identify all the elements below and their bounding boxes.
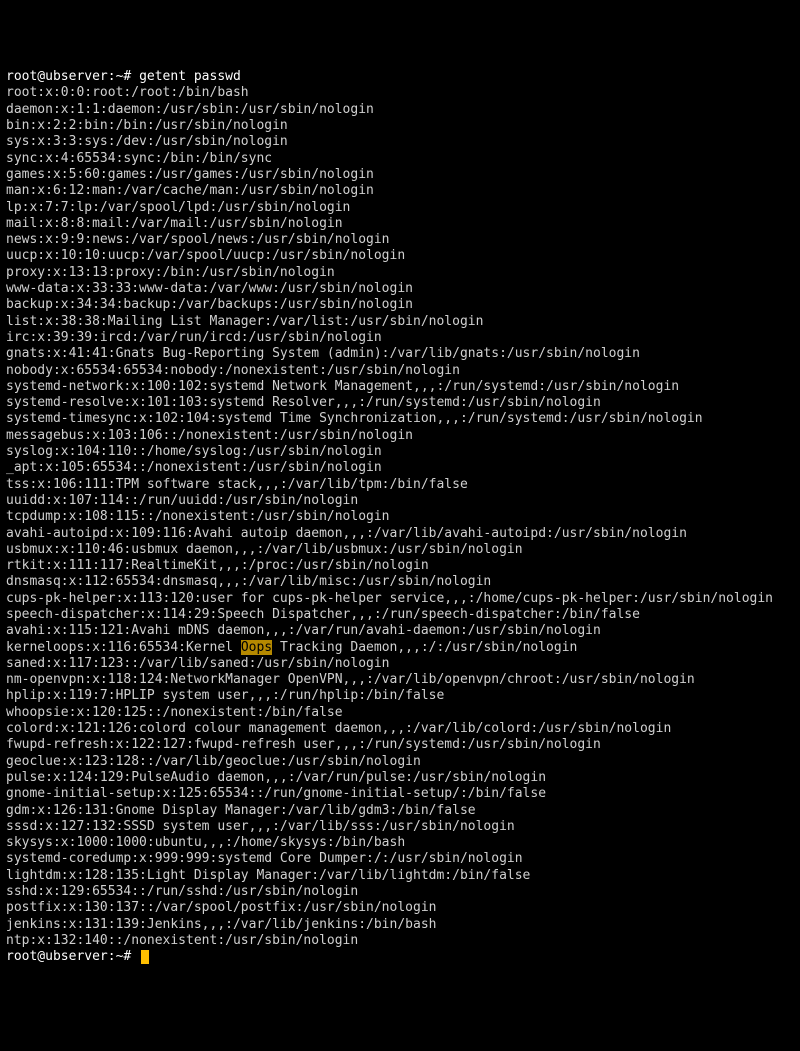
output-line: gnome-initial-setup:x:125:65534::/run/gn… xyxy=(6,786,794,802)
output-line: sync:x:4:65534:sync:/bin:/bin/sync xyxy=(6,151,794,167)
output-line: rtkit:x:111:117:RealtimeKit,,,:/proc:/us… xyxy=(6,558,794,574)
output-line: gdm:x:126:131:Gnome Display Manager:/var… xyxy=(6,803,794,819)
output-line: fwupd-refresh:x:122:127:fwupd-refresh us… xyxy=(6,737,794,753)
output-line: systemd-resolve:x:101:103:systemd Resolv… xyxy=(6,395,794,411)
cursor-icon xyxy=(141,950,149,964)
output-line: uucp:x:10:10:uucp:/var/spool/uucp:/usr/s… xyxy=(6,248,794,264)
output-line: tss:x:106:111:TPM software stack,,,:/var… xyxy=(6,477,794,493)
output-line: root:x:0:0:root:/root:/bin/bash xyxy=(6,85,794,101)
output-line: colord:x:121:126:colord colour managemen… xyxy=(6,721,794,737)
command-line: root@ubserver:~# getent passwd xyxy=(6,69,794,85)
output-line: postfix:x:130:137::/var/spool/postfix:/u… xyxy=(6,900,794,916)
output-line: ntp:x:132:140::/nonexistent:/usr/sbin/no… xyxy=(6,933,794,949)
prompt-line[interactable]: root@ubserver:~# xyxy=(6,949,794,965)
output-line: daemon:x:1:1:daemon:/usr/sbin:/usr/sbin/… xyxy=(6,102,794,118)
output-line: usbmux:x:110:46:usbmux daemon,,,:/var/li… xyxy=(6,542,794,558)
output-line: nm-openvpn:x:118:124:NetworkManager Open… xyxy=(6,672,794,688)
output-line: avahi-autoipd:x:109:116:Avahi autoip dae… xyxy=(6,526,794,542)
output-line: nobody:x:65534:65534:nobody:/nonexistent… xyxy=(6,363,794,379)
output-line: uuidd:x:107:114::/run/uuidd:/usr/sbin/no… xyxy=(6,493,794,509)
output-line: systemd-timesync:x:102:104:systemd Time … xyxy=(6,411,794,427)
output-line: proxy:x:13:13:proxy:/bin:/usr/sbin/nolog… xyxy=(6,265,794,281)
output-line: backup:x:34:34:backup:/var/backups:/usr/… xyxy=(6,297,794,313)
output-line: sshd:x:129:65534::/run/sshd:/usr/sbin/no… xyxy=(6,884,794,900)
output-line: bin:x:2:2:bin:/bin:/usr/sbin/nologin xyxy=(6,118,794,134)
terminal-window[interactable]: root@ubserver:~# getent passwdroot:x:0:0… xyxy=(6,69,794,965)
shell-prompt: root@ubserver:~# xyxy=(6,949,139,964)
output-line: speech-dispatcher:x:114:29:Speech Dispat… xyxy=(6,607,794,623)
output-line: avahi:x:115:121:Avahi mDNS daemon,,,:/va… xyxy=(6,623,794,639)
output-line: hplip:x:119:7:HPLIP system user,,,:/run/… xyxy=(6,688,794,704)
output-line: gnats:x:41:41:Gnats Bug-Reporting System… xyxy=(6,346,794,362)
output-line: tcpdump:x:108:115::/nonexistent:/usr/sbi… xyxy=(6,509,794,525)
shell-prompt: root@ubserver:~# xyxy=(6,69,139,84)
output-line: kerneloops:x:116:65534:Kernel Oops Track… xyxy=(6,640,794,656)
typed-command: getent passwd xyxy=(139,69,241,84)
output-line: pulse:x:124:129:PulseAudio daemon,,,:/va… xyxy=(6,770,794,786)
output-line: www-data:x:33:33:www-data:/var/www:/usr/… xyxy=(6,281,794,297)
output-line: irc:x:39:39:ircd:/var/run/ircd:/usr/sbin… xyxy=(6,330,794,346)
output-line: messagebus:x:103:106::/nonexistent:/usr/… xyxy=(6,428,794,444)
output-line: cups-pk-helper:x:113:120:user for cups-p… xyxy=(6,591,794,607)
output-line: sys:x:3:3:sys:/dev:/usr/sbin/nologin xyxy=(6,134,794,150)
output-line: dnsmasq:x:112:65534:dnsmasq,,,:/var/lib/… xyxy=(6,574,794,590)
output-line: skysys:x:1000:1000:ubuntu,,,:/home/skysy… xyxy=(6,835,794,851)
output-line: man:x:6:12:man:/var/cache/man:/usr/sbin/… xyxy=(6,183,794,199)
output-line: systemd-coredump:x:999:999:systemd Core … xyxy=(6,851,794,867)
output-line: saned:x:117:123::/var/lib/saned:/usr/sbi… xyxy=(6,656,794,672)
output-line: syslog:x:104:110::/home/syslog:/usr/sbin… xyxy=(6,444,794,460)
search-highlight: Oops xyxy=(241,640,272,655)
output-line: list:x:38:38:Mailing List Manager:/var/l… xyxy=(6,314,794,330)
output-line: _apt:x:105:65534::/nonexistent:/usr/sbin… xyxy=(6,460,794,476)
output-line: lightdm:x:128:135:Light Display Manager:… xyxy=(6,868,794,884)
output-line: whoopsie:x:120:125::/nonexistent:/bin/fa… xyxy=(6,705,794,721)
output-line: lp:x:7:7:lp:/var/spool/lpd:/usr/sbin/nol… xyxy=(6,200,794,216)
output-line: news:x:9:9:news:/var/spool/news:/usr/sbi… xyxy=(6,232,794,248)
output-line: games:x:5:60:games:/usr/games:/usr/sbin/… xyxy=(6,167,794,183)
output-line: geoclue:x:123:128::/var/lib/geoclue:/usr… xyxy=(6,754,794,770)
output-line: jenkins:x:131:139:Jenkins,,,:/var/lib/je… xyxy=(6,917,794,933)
output-line: systemd-network:x:100:102:systemd Networ… xyxy=(6,379,794,395)
output-line: mail:x:8:8:mail:/var/mail:/usr/sbin/nolo… xyxy=(6,216,794,232)
